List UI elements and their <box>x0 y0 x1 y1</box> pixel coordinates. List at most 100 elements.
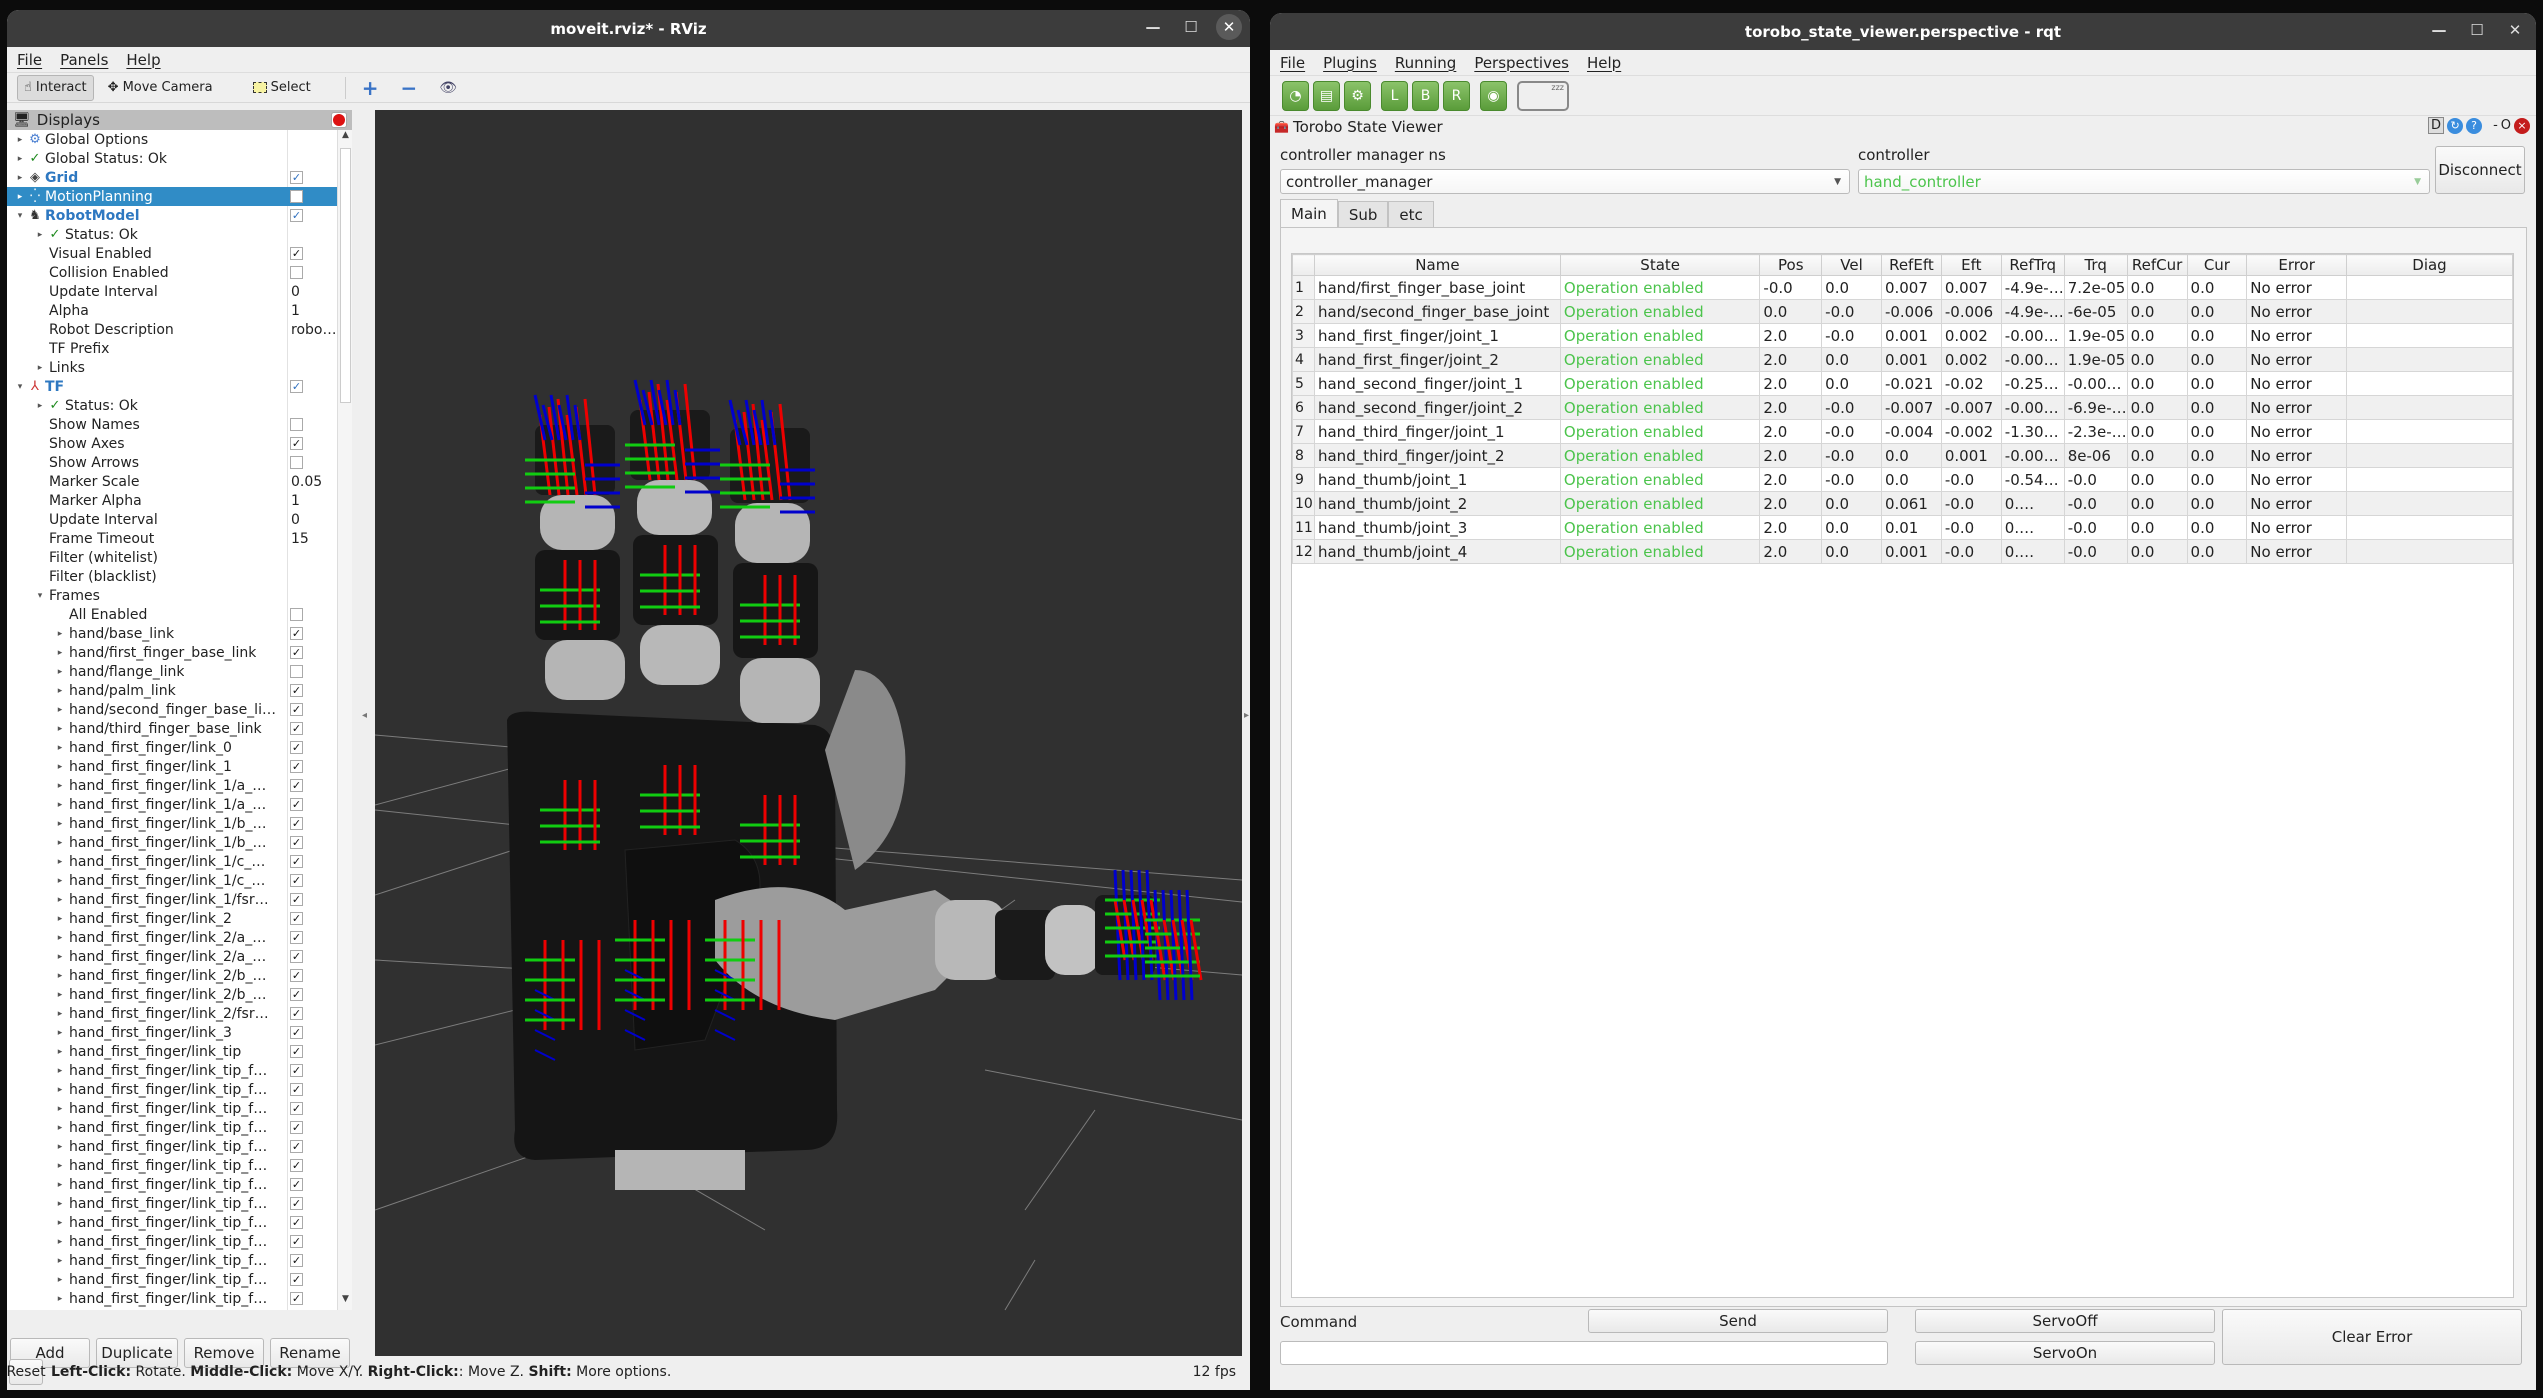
expand-arrow-icon[interactable]: ▸ <box>35 230 45 240</box>
expand-arrow-icon[interactable]: ▸ <box>55 1142 65 1152</box>
tree-item[interactable]: ▸ hand_first_finger/link_2 ✓ <box>7 909 337 928</box>
row-number[interactable]: 11 <box>1292 515 1315 540</box>
checkbox[interactable]: ✓ <box>290 950 303 963</box>
table-row[interactable]: 7 hand_third_finger/joint_1 Operation enab… <box>1292 419 2513 444</box>
checkbox[interactable]: ✓ <box>290 798 303 811</box>
cell-state[interactable]: Operation enabled <box>1559 371 1761 396</box>
minimize-icon[interactable]: — <box>2426 17 2452 43</box>
tab-etc[interactable]: etc <box>1388 201 1434 227</box>
checkbox[interactable]: ✓ <box>290 1197 303 1210</box>
checkbox[interactable]: ✓ <box>290 760 303 773</box>
expand-arrow-icon[interactable]: ▸ <box>55 762 65 772</box>
expand-arrow-icon[interactable]: ▸ <box>55 1085 65 1095</box>
close-icon[interactable]: ✕ <box>1216 14 1242 40</box>
row-number[interactable]: 5 <box>1292 371 1315 396</box>
tab-sub[interactable]: Sub <box>1337 201 1389 227</box>
plugin-minimize-icon[interactable]: - <box>2493 118 2498 133</box>
row-number[interactable]: 4 <box>1292 347 1315 372</box>
expand-arrow-icon[interactable]: ▸ <box>55 838 65 848</box>
checkbox[interactable]: ✓ <box>290 1121 303 1134</box>
cell-eft[interactable]: -0.02 <box>1940 371 2002 396</box>
cell-vel[interactable]: 0.0 <box>1821 347 1882 372</box>
tree-item[interactable]: ▸ ⁛ MotionPlanning <box>7 187 337 206</box>
cell-state[interactable]: Operation enabled <box>1559 275 1761 300</box>
expand-arrow-icon[interactable]: ▸ <box>55 743 65 753</box>
maximize-icon[interactable]: ☐ <box>1178 14 1204 40</box>
row-number[interactable]: 3 <box>1292 323 1315 348</box>
cell-trq[interactable]: 7.2e-05 <box>2063 275 2128 300</box>
cell-eft[interactable]: -0.0 <box>1940 539 2002 564</box>
cell-state[interactable]: Operation enabled <box>1559 443 1761 468</box>
checkbox[interactable]: ✓ <box>290 171 303 184</box>
cell-diag[interactable] <box>2345 323 2513 348</box>
tree-item[interactable]: ▸ ✓ Status: Ok <box>7 225 337 244</box>
row-number[interactable]: 9 <box>1292 467 1315 492</box>
tree-item[interactable]: ▾ Frames <box>7 586 337 605</box>
cell-vel[interactable]: 0.0 <box>1821 491 1882 516</box>
cell-refcur[interactable]: 0.0 <box>2126 515 2188 540</box>
cell-diag[interactable] <box>2345 275 2513 300</box>
cell-refcur[interactable]: 0.0 <box>2126 299 2188 324</box>
cell-error[interactable]: No error <box>2246 371 2347 396</box>
expand-arrow-icon[interactable]: ▸ <box>35 363 45 373</box>
row-number[interactable]: 8 <box>1292 443 1315 468</box>
tree-item[interactable]: ▸ hand_first_finger/link_tip_f… ✓ <box>7 1156 337 1175</box>
tree-item[interactable]: ▸ hand/base_link ✓ <box>7 624 337 643</box>
expand-arrow-icon[interactable]: ▸ <box>55 1180 65 1190</box>
tree-item[interactable]: ▾ ♞ RobotModel ✓ <box>7 206 337 225</box>
cell-trq[interactable]: -6.9e-… <box>2063 395 2128 420</box>
arm-both-icon[interactable]: B <box>1412 80 1439 111</box>
cell-reftrq[interactable]: -0.00… <box>2000 395 2065 420</box>
column-header-error[interactable]: Error <box>2246 254 2347 276</box>
cell-cur[interactable]: 0.0 <box>2186 347 2248 372</box>
checkbox[interactable] <box>290 266 303 279</box>
table-row[interactable]: 9 hand_thumb/joint_1 Operation enabled 2.0-… <box>1292 467 2513 492</box>
3d-viewport[interactable] <box>375 110 1242 1356</box>
cell-vel[interactable]: 0.0 <box>1821 539 1882 564</box>
menu-file[interactable]: File <box>1280 54 1305 72</box>
cell-refcur[interactable]: 0.0 <box>2126 347 2188 372</box>
arm-right-icon[interactable]: R <box>1443 80 1470 111</box>
checkbox[interactable]: ✓ <box>290 209 303 222</box>
scroll-down-icon[interactable]: ▼ <box>338 1294 353 1310</box>
select-tool-button[interactable]: Select <box>247 75 317 101</box>
tree-item[interactable]: Filter (whitelist) <box>7 548 337 567</box>
tree-item[interactable]: Collision Enabled <box>7 263 337 282</box>
cell-diag[interactable] <box>2345 443 2513 468</box>
tree-item[interactable]: ▸ Links <box>7 358 337 377</box>
checkbox[interactable]: ✓ <box>290 931 303 944</box>
cell-refeft[interactable]: 0.001 <box>1880 347 1942 372</box>
cell-name[interactable]: hand_thumb/joint_4 <box>1313 539 1561 564</box>
cell-cur[interactable]: 0.0 <box>2186 323 2248 348</box>
tree-item[interactable]: Alpha 1 <box>7 301 337 320</box>
eye-icon[interactable]: 👁 <box>439 80 457 96</box>
checkbox[interactable]: ✓ <box>290 1007 303 1020</box>
tree-item[interactable]: ▸ hand_first_finger/link_1/b_… ✓ <box>7 814 337 833</box>
tree-item[interactable]: Filter (blacklist) <box>7 567 337 586</box>
table-row[interactable]: 10 hand_thumb/joint_2 Operation enabled 2.0… <box>1292 491 2513 516</box>
cell-trq[interactable]: -6e-05 <box>2063 299 2128 324</box>
property-value[interactable]: robo… <box>291 322 336 338</box>
expand-arrow-icon[interactable]: ▸ <box>55 895 65 905</box>
cell-cur[interactable]: 0.0 <box>2186 299 2248 324</box>
table-row[interactable]: 11 hand_thumb/joint_3 Operation enabled 2.0… <box>1292 515 2513 540</box>
expand-arrow-icon[interactable]: ▸ <box>55 819 65 829</box>
cell-error[interactable]: No error <box>2246 299 2347 324</box>
cell-refeft[interactable]: 0.061 <box>1880 491 1942 516</box>
tree-item[interactable]: Marker Alpha 1 <box>7 491 337 510</box>
collapse-arrow-icon[interactable]: ▾ <box>35 591 45 601</box>
cell-name[interactable]: hand_first_finger/joint_1 <box>1313 323 1561 348</box>
cell-error[interactable]: No error <box>2246 395 2347 420</box>
tree-item[interactable]: TF Prefix <box>7 339 337 358</box>
cell-refcur[interactable]: 0.0 <box>2126 275 2188 300</box>
joint-state-table[interactable]: Name State Pos Vel RefEft Eft RefTrq Trq RefCur C… <box>1291 253 2514 1298</box>
tree-item[interactable]: Update Interval 0 <box>7 510 337 529</box>
cell-state[interactable]: Operation enabled <box>1559 347 1761 372</box>
settings-icon[interactable]: ⚙ <box>1344 80 1371 111</box>
add-tool-icon[interactable]: + <box>362 76 379 100</box>
tree-item[interactable]: ▸ hand_first_finger/link_tip_f… ✓ <box>7 1213 337 1232</box>
row-number[interactable]: 6 <box>1292 395 1315 420</box>
cell-refeft[interactable]: -0.007 <box>1880 395 1942 420</box>
checkbox[interactable] <box>290 456 303 469</box>
tree-item[interactable]: ▸ hand_first_finger/link_tip_f… ✓ <box>7 1232 337 1251</box>
